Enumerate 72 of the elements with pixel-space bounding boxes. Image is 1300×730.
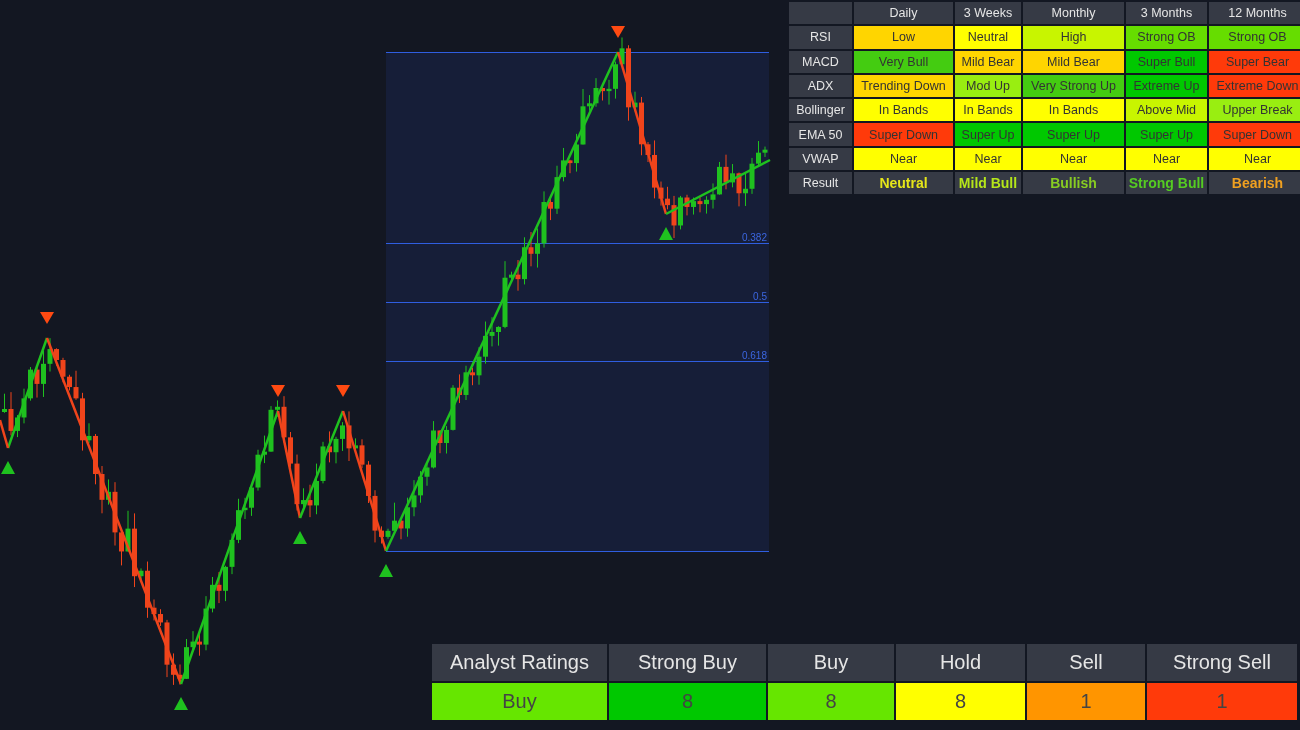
table-cell: Very Strong Up [1023, 74, 1124, 98]
table-cell: In Bands [854, 99, 953, 122]
column-header: 3 Months [1126, 2, 1207, 25]
table-cell: Neutral [955, 26, 1021, 49]
table-cell: Above Mid [1126, 99, 1207, 122]
rating-cell: 1 [1147, 683, 1297, 720]
row-label: VWAP [789, 147, 852, 171]
column-header: Monthly [1023, 2, 1124, 25]
up-triangle-icon [293, 531, 307, 544]
row-label: ADX [789, 74, 852, 98]
fib-level-label: 0.382 [741, 231, 767, 243]
rating-cell: 8 [609, 683, 766, 720]
table-cell: Super Bear [1209, 50, 1300, 73]
fib-level-label: 0.618 [741, 349, 767, 361]
fib-level-label: 0.5 [753, 290, 767, 302]
rating-cell: Buy [432, 683, 607, 720]
table-cell: In Bands [955, 99, 1021, 122]
down-triangle-icon [336, 385, 350, 397]
table-cell: Near [1209, 147, 1300, 171]
table-cell: In Bands [1023, 99, 1124, 122]
column-header: Analyst Ratings [432, 644, 607, 681]
down-triangle-icon [40, 312, 54, 324]
table-cell: Super Bull [1126, 50, 1207, 73]
down-triangle-icon [271, 385, 285, 397]
table-cell: Trending Down [854, 74, 953, 98]
table-cell: Mod Up [955, 74, 1021, 98]
up-triangle-icon [659, 227, 673, 240]
table-cell: Upper Break [1209, 99, 1300, 122]
table-cell: Very Bull [854, 50, 953, 73]
row-label: MACD [789, 50, 852, 73]
table-cell: Super Up [1126, 123, 1207, 146]
table-cell: Near [1023, 147, 1124, 171]
result-text: Bearish [1231, 175, 1284, 192]
column-header: Buy [768, 644, 894, 681]
table-cell: Super Down [1209, 123, 1300, 146]
column-header: Sell [1027, 644, 1145, 681]
result-text: Neutral [879, 175, 928, 192]
table-cell: Strong OB [1209, 26, 1300, 49]
up-triangle-icon [1, 461, 15, 474]
row-label: Bollinger [789, 99, 852, 122]
result-text: Strong Bull [1128, 175, 1205, 192]
table-cell: Super Up [1023, 123, 1124, 146]
up-triangle-icon [174, 697, 188, 710]
column-header: 3 Weeks [955, 2, 1021, 25]
row-label: Result [789, 172, 852, 195]
table-cell: Super Down [854, 123, 953, 146]
result-text: Bullish [1050, 175, 1097, 192]
column-header: Strong Buy [609, 644, 766, 681]
table-cell: Low [854, 26, 953, 49]
rating-cell: 8 [896, 683, 1025, 720]
result-text: Mild Bull [958, 175, 1018, 192]
up-triangle-icon [379, 564, 393, 577]
table-cell: Extreme Down [1209, 74, 1300, 98]
table-cell: Near [1126, 147, 1207, 171]
table-cell: Extreme Up [1126, 74, 1207, 98]
table-cell: Mild Bear [955, 50, 1021, 73]
table-cell: Super Up [955, 123, 1021, 146]
table-cell: Near [854, 147, 953, 171]
table-cell: Strong OB [1126, 26, 1207, 49]
row-label: RSI [789, 26, 852, 49]
column-header: Hold [896, 644, 1025, 681]
column-header: Daily [854, 2, 953, 25]
rating-cell: 8 [768, 683, 894, 720]
column-header: 12 Months [1209, 2, 1300, 25]
row-label: EMA 50 [789, 123, 852, 146]
corner-cell [789, 2, 852, 25]
down-triangle-icon [611, 26, 625, 38]
table-cell: High [1023, 26, 1124, 49]
column-header: Strong Sell [1147, 644, 1297, 681]
table-cell: Near [955, 147, 1021, 171]
table-cell: Mild Bear [1023, 50, 1124, 73]
rating-cell: 1 [1027, 683, 1145, 720]
